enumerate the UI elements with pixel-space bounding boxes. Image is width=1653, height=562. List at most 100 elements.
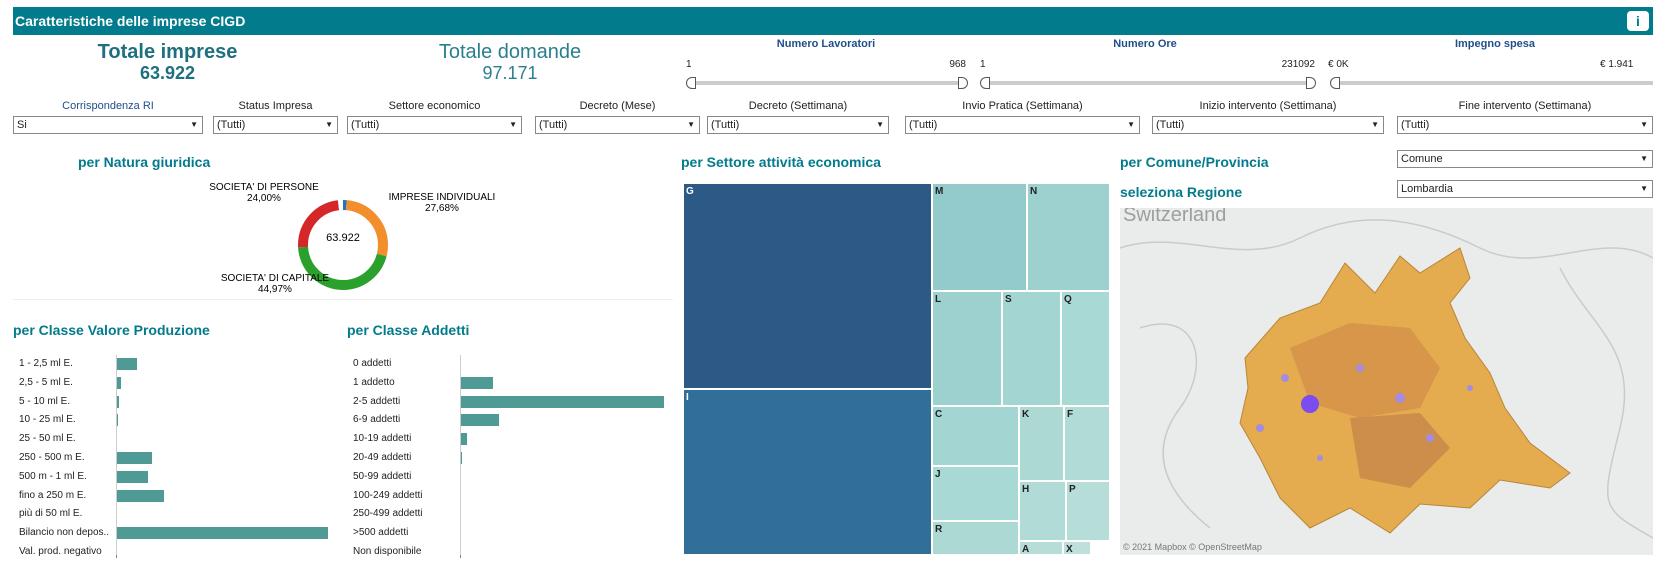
treemap-cell[interactable]: S (1002, 291, 1061, 406)
filter-select[interactable]: (Tutti) ▼ (535, 116, 700, 134)
donut-label-capitale: SOCIETA' DI CAPITALE 44,97% (220, 273, 330, 295)
treemap-cell[interactable]: J (932, 466, 1019, 521)
treemap-cell[interactable]: R (932, 521, 1019, 555)
bar-label: 0 addetti (353, 358, 392, 369)
bar[interactable] (460, 414, 499, 427)
slider-lavoratori-min: 1 (686, 59, 692, 70)
bar-label: 1 addetto (353, 376, 395, 388)
bar[interactable] (460, 433, 468, 446)
slider-spesa-title: Impegno spesa (1454, 38, 1536, 50)
filter-select[interactable]: (Tutti) ▼ (347, 116, 522, 134)
treemap-cell[interactable]: N (1027, 183, 1110, 291)
bar-axis (116, 355, 117, 555)
filter-select-value: (Tutti) (539, 119, 568, 131)
natura-section-title: per Natura giuridica (78, 154, 211, 170)
slider-spesa-max: € 1.941 (1600, 59, 1634, 70)
treemap-cell[interactable]: M (932, 183, 1027, 291)
bar[interactable] (116, 489, 164, 502)
slider-lavoratori-min-handle[interactable] (686, 77, 696, 89)
filter-label: Decreto (Mese) (579, 100, 656, 112)
treemap-cell[interactable]: X (1063, 541, 1091, 555)
bar-label: Bilancio non depos.. (19, 527, 110, 539)
bar-label: 250-499 addetti (353, 508, 423, 520)
valore-section-title: per Classe Valore Produzione (13, 322, 210, 338)
filter-select[interactable]: (Tutti) ▼ (905, 116, 1140, 134)
slider-lavoratori-max-handle[interactable] (958, 77, 968, 89)
bar[interactable] (116, 358, 138, 370)
settore-treemap: GIMNLSQCKFJHP RAX (683, 183, 1110, 555)
bar-label: 2-5 addetti (353, 395, 401, 407)
bar-label: Val. prod. negativo (19, 546, 102, 557)
filter-select-value: (Tutti) (1156, 119, 1185, 131)
region-select[interactable]: Lombardia ▼ (1397, 180, 1653, 198)
region-map[interactable]: Switzerland © 2021 Mapbox © OpenStreetMa… (1120, 208, 1653, 555)
filter-select[interactable]: Si ▼ (13, 116, 203, 134)
donut-label-persone: SOCIETA' DI PERSONE 24,00% (209, 182, 319, 204)
slider-lavoratori-track[interactable] (690, 81, 960, 85)
bar[interactable] (116, 452, 153, 464)
slider-spesa-track[interactable] (1334, 81, 1653, 85)
chevron-down-icon: ▼ (1371, 120, 1379, 129)
bar[interactable] (116, 470, 148, 483)
treemap-cell[interactable]: Q (1061, 291, 1110, 406)
donut-center-value: 63.922 (326, 232, 360, 244)
filter-select[interactable]: (Tutti) ▼ (1152, 116, 1384, 134)
filter-label: Settore economico (388, 100, 481, 112)
bar-label: 6-9 addetti (353, 414, 401, 426)
treemap-cell[interactable]: I (683, 389, 932, 555)
bar[interactable] (116, 527, 328, 540)
slider-spesa-min-handle[interactable] (1330, 77, 1340, 89)
bar-label: >500 addetti (353, 527, 409, 539)
slider-lavoratori-title: Numero Lavoratori (776, 38, 876, 50)
slider-ore-max-handle[interactable] (1306, 77, 1316, 89)
bar-label: 25 - 50 ml E. (19, 433, 76, 445)
lombardia-map-graphic (1120, 219, 1653, 539)
chevron-down-icon: ▼ (509, 120, 517, 129)
bar-label: 100-249 addetti (353, 489, 423, 501)
treemap-cell[interactable]: F (1064, 406, 1110, 481)
bar[interactable] (460, 376, 493, 389)
kpi-domande-value: 97.171 (482, 63, 538, 83)
filter-select-value: Si (17, 119, 27, 131)
filter-label: Invio Pratica (Settimana) (962, 100, 1083, 112)
chevron-down-icon: ▼ (325, 120, 333, 129)
kpi-imprese-title: Totale imprese (97, 41, 238, 63)
slider-spesa-min: € 0K (1328, 59, 1349, 70)
filter-select-value: (Tutti) (711, 119, 740, 131)
slider-ore-track[interactable] (984, 81, 1314, 85)
slider-ore-max: 231092 (1281, 59, 1315, 70)
filter-select-value: (Tutti) (1401, 119, 1430, 131)
addetti-section-title: per Classe Addetti (347, 322, 470, 338)
chevron-down-icon: ▼ (1640, 120, 1648, 129)
comune-section-title: per Comune/Provincia (1120, 154, 1269, 170)
level-select[interactable]: Comune ▼ (1397, 150, 1653, 168)
bar[interactable] (460, 395, 664, 408)
donut-label-individuali: IMPRESE INDIVIDUALI 27,68% (388, 192, 496, 214)
filter-label: Decreto (Settimana) (748, 100, 848, 112)
treemap-cell[interactable]: K (1019, 406, 1064, 481)
map-attribution[interactable]: © 2021 Mapbox © OpenStreetMap (1123, 542, 1262, 552)
info-icon[interactable]: i (1627, 11, 1649, 31)
dashboard-title-bar: Caratteristiche delle imprese CIGD i (13, 7, 1653, 35)
bar-axis (460, 355, 461, 555)
divider (13, 299, 673, 300)
slider-ore-min-handle[interactable] (980, 77, 990, 89)
filter-label: Corrispondenza RI (62, 100, 154, 112)
chevron-down-icon: ▼ (190, 120, 198, 129)
treemap-cell[interactable]: L (932, 291, 1002, 406)
bar-label: fino a 250 m E. (19, 489, 87, 501)
map-country-label: Switzerland (1123, 208, 1227, 226)
filter-select[interactable]: (Tutti) ▼ (1397, 116, 1653, 134)
chevron-down-icon: ▼ (876, 120, 884, 129)
treemap-cell[interactable]: P (1066, 481, 1110, 541)
treemap-cell[interactable]: G (683, 183, 932, 389)
treemap-cell[interactable]: H (1019, 481, 1066, 541)
filter-select[interactable]: (Tutti) ▼ (707, 116, 889, 134)
filter-select-value: (Tutti) (351, 119, 380, 131)
filter-select-value: (Tutti) (909, 119, 938, 131)
treemap-cell[interactable]: C (932, 406, 1019, 466)
filter-select[interactable]: (Tutti) ▼ (213, 116, 338, 134)
bar-label: 50-99 addetti (353, 470, 412, 482)
bar-label: più di 50 ml E. (19, 508, 83, 520)
treemap-cell[interactable]: A (1019, 541, 1063, 555)
